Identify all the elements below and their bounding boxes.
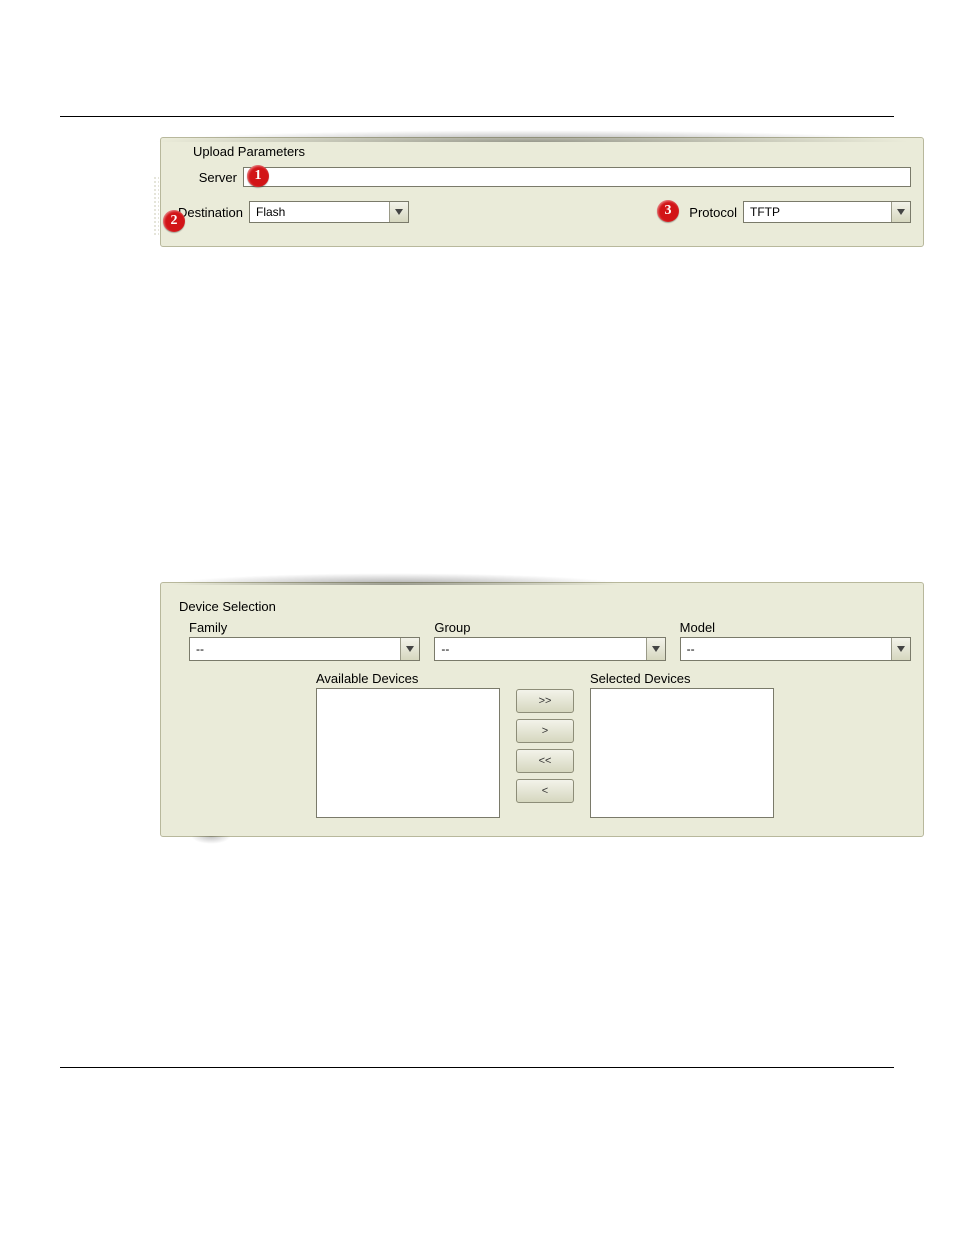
chevron-down-icon [400,638,419,660]
model-value: -- [681,642,891,656]
callout-3: 3 [657,200,679,222]
add-all-button[interactable]: >> [516,689,574,713]
selected-devices-listbox[interactable] [590,688,774,818]
callout-1: 1 [247,165,269,187]
protocol-value: TFTP [744,205,891,219]
available-devices-label: Available Devices [316,671,500,686]
selected-devices-label: Selected Devices [590,671,774,686]
protocol-label: Protocol [681,205,743,220]
upload-parameters-title: Upload Parameters [193,144,911,159]
model-label: Model [680,620,911,635]
server-input[interactable] [243,167,911,187]
family-combobox[interactable]: -- [189,637,420,661]
device-selection-panel: Device Selection Family -- Group -- [160,582,924,837]
upload-parameters-panel: Upload Parameters Server 1 2 Destination… [160,137,924,247]
group-label: Group [434,620,665,635]
chevron-down-icon [891,202,910,222]
chevron-down-icon [891,638,910,660]
chevron-down-icon [389,202,408,222]
server-label: Server [193,170,243,185]
family-value: -- [190,642,400,656]
family-label: Family [189,620,420,635]
chevron-down-icon [646,638,665,660]
group-combobox[interactable]: -- [434,637,665,661]
group-value: -- [435,642,645,656]
top-divider [60,116,894,117]
model-combobox[interactable]: -- [680,637,911,661]
destination-value: Flash [250,205,389,219]
device-selection-title: Device Selection [179,599,911,614]
remove-all-button[interactable]: << [516,749,574,773]
add-one-button[interactable]: > [516,719,574,743]
available-devices-listbox[interactable] [316,688,500,818]
destination-combobox[interactable]: Flash [249,201,409,223]
protocol-combobox[interactable]: TFTP [743,201,911,223]
remove-one-button[interactable]: < [516,779,574,803]
callout-2: 2 [163,210,185,232]
